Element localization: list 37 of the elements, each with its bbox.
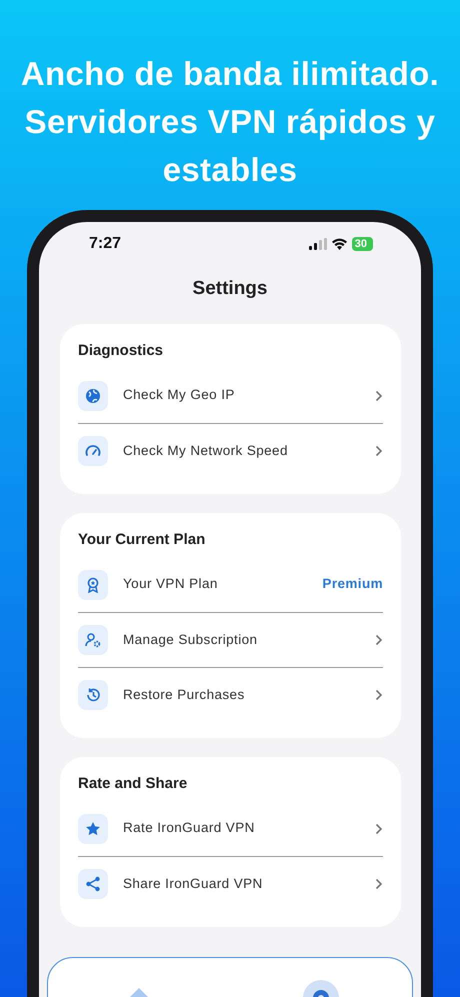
row-label: Check My Geo IP [123,386,236,404]
globe-icon [85,388,101,404]
row-label: Your VPN Plan [123,575,219,594]
chevron-icon [375,878,383,890]
settings-row[interactable]: Check My Geo IP [78,368,383,423]
battery-level: 30 [352,237,373,251]
headline: Ancho de banda ilimitado. Servidores VPN rápidos y estables [20,54,440,190]
signal-icon [308,238,327,250]
row-label: Restore Purchases [123,686,246,704]
star-icon [85,820,101,836]
row-label: Check My Network Speed [123,442,289,460]
chevron-icon [375,390,383,402]
screen-title: Settings [192,277,268,301]
section-title: Your Current Plan [78,530,206,550]
settings-row[interactable]: Share IronGuard VPN [78,856,383,911]
status-time: 7:27 [89,234,122,254]
settings-row[interactable]: Rate IronGuard VPN [78,801,383,856]
row-value: Premium [322,575,383,594]
row-label: Share IronGuard VPN [123,874,264,893]
row-label: Rate IronGuard VPN [123,819,256,838]
chevron-icon [375,445,383,457]
settings-row[interactable]: Restore Purchases [78,667,383,722]
row-label: Manage Subscription [123,630,258,649]
section-title: Rate and Share [78,774,188,794]
settings-row[interactable]: Check My Network Speed [78,423,383,478]
section-title: Diagnostics [78,341,164,361]
settings-row[interactable]: Your VPN Plan Premium [78,557,383,612]
chevron-icon [375,822,383,834]
wifi-icon [330,238,348,250]
speedometer-icon [85,443,101,459]
chevron-icon [375,634,383,646]
settings-row[interactable]: Manage Subscription [78,612,383,667]
chevron-icon [375,689,383,701]
history-icon [85,687,101,703]
award-icon [85,576,101,592]
share-icon [85,876,101,892]
user-gear-icon [85,632,101,648]
